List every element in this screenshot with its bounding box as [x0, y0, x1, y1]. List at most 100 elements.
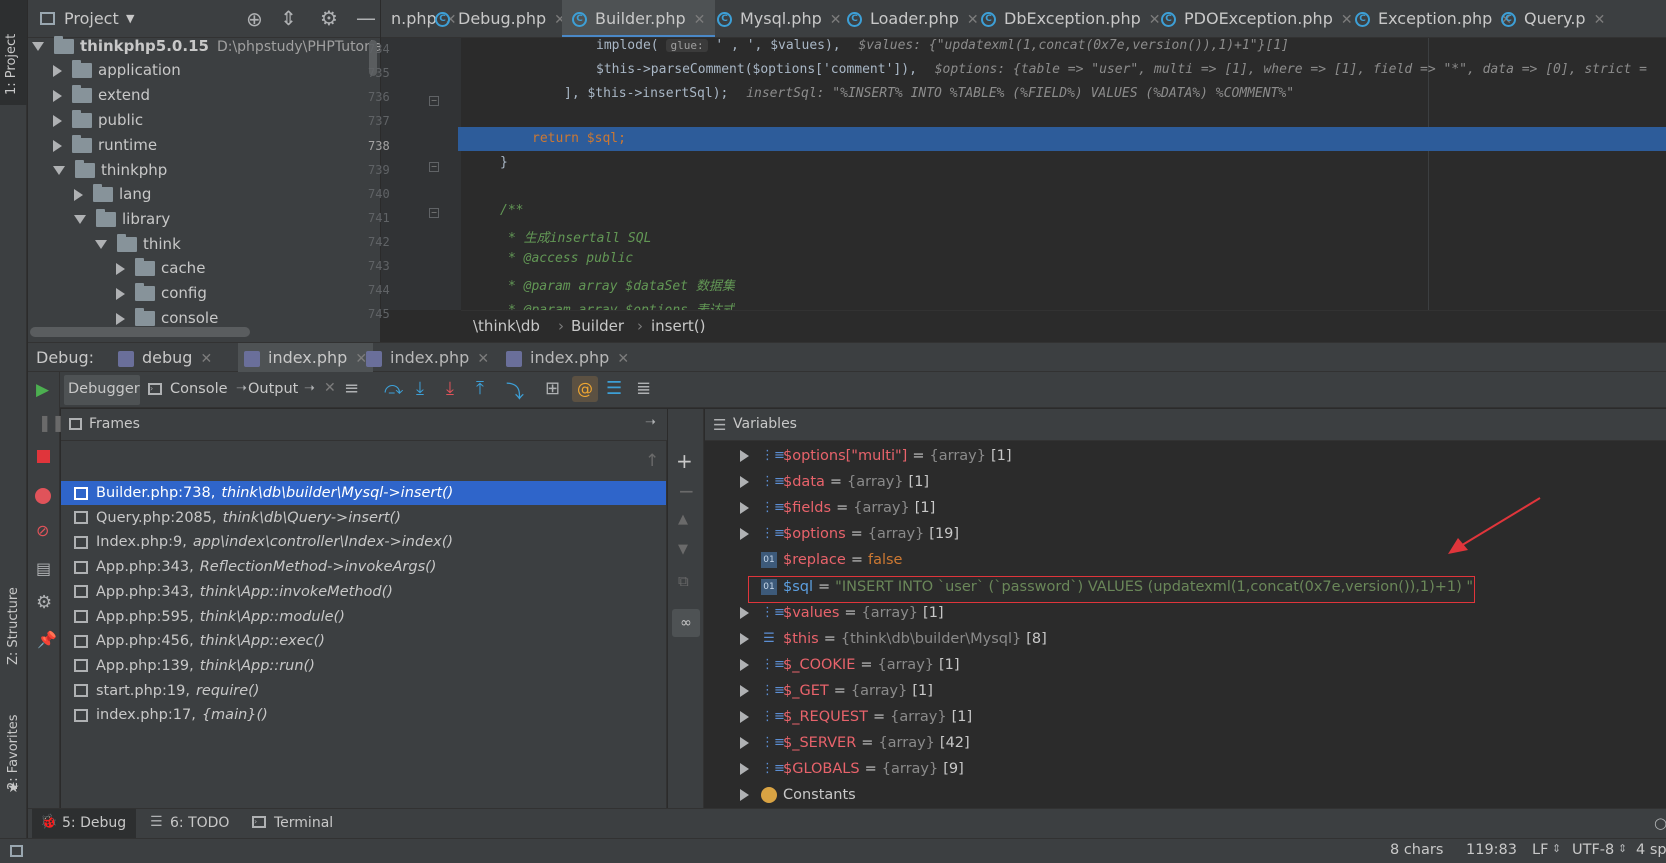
chevron-right-icon[interactable] [740, 684, 749, 697]
status-indent[interactable]: 4 sp [1636, 842, 1666, 858]
frame-row[interactable]: Builder.php:738, think\db\builder\Mysql->… [64, 481, 453, 505]
debug-settings-gear-icon[interactable]: ⚙ [36, 592, 52, 613]
add-to-watches-icon[interactable]: ≣ [636, 378, 651, 399]
frame-row[interactable]: start.php:19, require() [64, 679, 259, 703]
pin-tab-icon[interactable]: ➝ [304, 381, 315, 396]
tool-tab-debug[interactable]: 🐞 5: Debug [32, 809, 136, 839]
variable-row[interactable]: Constants [740, 783, 856, 807]
chevron-right-icon[interactable] [53, 114, 62, 127]
frame-row[interactable]: App.php:343, ReflectionMethod->invokeArgs… [64, 555, 436, 579]
tree-item[interactable]: application [53, 58, 181, 82]
structure-tool-label[interactable]: Z: Structure [6, 545, 21, 665]
favorites-tool-label[interactable]: 2: Favorites [6, 680, 21, 790]
pin-icon[interactable]: 📌 [37, 630, 57, 649]
step-out-icon[interactable]: ⤒ [476, 378, 484, 399]
tree-hscrollbar-thumb[interactable] [30, 327, 250, 337]
variable-row[interactable]: ⋮≡$_GET = {array} [1] [740, 679, 933, 703]
frame-row[interactable]: Query.php:2085, think\db\Query->insert() [64, 506, 401, 530]
debug-session-tab[interactable]: debug ✕ [112, 343, 218, 373]
frames-pin-icon[interactable]: ➝ [645, 415, 656, 430]
close-tab-icon[interactable]: ✕ [694, 12, 706, 28]
stop-icon[interactable] [37, 450, 50, 463]
editor-tab[interactable]: C Query.p ✕ [1491, 0, 1615, 37]
frame-row[interactable]: Index.php:9, app\index\controller\Index->… [64, 530, 453, 554]
variable-row[interactable]: ⋮≡$options["multi"] = {array} [1] [740, 444, 1012, 468]
chevron-right-icon[interactable] [740, 658, 749, 671]
status-encoding[interactable]: UTF-8 [1572, 842, 1614, 858]
debug-session-tab[interactable]: index.php ✕ [238, 343, 374, 373]
project-dropdown-chevron-icon[interactable]: ▼ [126, 12, 134, 25]
variable-row[interactable]: ⋮≡$data = {array} [1] [740, 470, 929, 494]
project-tool-label[interactable]: 1: Project [4, 5, 19, 95]
variable-row[interactable]: ⋮≡$fields = {array} [1] [740, 496, 935, 520]
toggle-tool-windows-icon[interactable] [10, 845, 23, 857]
resume-program-icon[interactable]: ▶ [36, 380, 49, 400]
remove-watch-icon[interactable]: − [678, 479, 695, 503]
chevron-right-icon[interactable] [740, 789, 749, 802]
tree-item[interactable]: cache [116, 256, 205, 280]
fold-marker-icon[interactable]: − [429, 208, 439, 218]
editor-tab[interactable]: C Mysql.php ✕ [707, 0, 851, 37]
variable-row[interactable]: ⋮≡$options = {array} [19] [740, 522, 959, 546]
status-caret-position[interactable]: 119:83 [1466, 842, 1517, 858]
chevron-right-icon[interactable] [740, 502, 749, 515]
tree-item[interactable]: library [74, 207, 170, 231]
tree-item[interactable]: runtime [53, 133, 157, 157]
variable-row[interactable]: ⋮≡$_COOKIE = {array} [1] [740, 653, 960, 677]
close-tab-icon[interactable]: ✕ [477, 351, 489, 367]
chevron-down-icon[interactable] [95, 240, 107, 249]
force-step-into-icon[interactable]: ⤓ [446, 378, 454, 399]
status-line-separator[interactable]: LF [1532, 842, 1548, 858]
layout-icon[interactable]: ▤ [36, 559, 51, 578]
run-to-cursor-icon[interactable]: ⤵ [506, 378, 524, 404]
settings-gear-icon[interactable]: ⚙ [320, 6, 338, 30]
tree-item[interactable]: lang [74, 182, 151, 206]
debug-session-tab[interactable]: index.php ✕ [500, 343, 635, 373]
evaluate-expression-icon[interactable]: ⊞ [545, 378, 560, 399]
collapse-all-icon[interactable]: ⇕ [280, 6, 297, 30]
view-breakpoints-icon[interactable] [35, 488, 51, 504]
close-output-icon[interactable]: ✕ [324, 380, 336, 396]
chevron-right-icon[interactable] [740, 606, 749, 619]
frame-row[interactable]: App.php:456, think\App::exec() [64, 629, 325, 653]
chevron-right-icon[interactable] [116, 287, 125, 300]
chevron-down-icon[interactable] [53, 166, 65, 175]
variable-row[interactable]: ☰ $this = {think\db\builder\Mysql} [8] [740, 627, 1047, 651]
mute-breakpoints-icon[interactable]: ⊘ [36, 521, 49, 540]
editor-tab[interactable]: C PDOException.php ✕ [1151, 0, 1363, 37]
breadcrumb-namespace[interactable]: \think\db [473, 317, 540, 335]
frame-row[interactable]: App.php:139, think\App::run() [64, 654, 315, 678]
hide-panel-icon[interactable]: — [356, 6, 376, 30]
fold-marker-icon[interactable]: − [429, 162, 439, 172]
frame-row[interactable]: App.php:595, think\App::module() [64, 605, 345, 629]
chevron-right-icon[interactable] [740, 632, 749, 645]
variable-row[interactable]: ⋮≡$values = {array} [1] [740, 601, 944, 625]
chevron-down-icon[interactable] [32, 42, 44, 51]
frame-row[interactable]: index.php:17, {main}() [64, 703, 268, 727]
tree-item[interactable]: thinkphp [53, 158, 167, 182]
chevron-down-icon[interactable] [74, 215, 86, 224]
chevron-right-icon[interactable] [53, 64, 62, 77]
project-panel-title[interactable]: Project [64, 9, 119, 28]
tree-item[interactable]: public [53, 108, 143, 132]
pin-tab-icon[interactable]: ➝ [236, 381, 247, 396]
tree-item[interactable]: think [95, 232, 181, 256]
event-log-icon[interactable]: ○ [1654, 814, 1666, 832]
show-values-toggle-icon[interactable]: @ [572, 376, 598, 402]
close-tab-icon[interactable]: ✕ [617, 351, 629, 367]
restore-layout-icon[interactable]: ≡ [344, 378, 359, 399]
debug-session-tab[interactable]: index.php ✕ [360, 343, 495, 373]
chevron-right-icon[interactable] [74, 188, 83, 201]
variable-row[interactable]: ⋮≡$GLOBALS = {array} [9] [740, 757, 964, 781]
close-tab-icon[interactable]: ✕ [1594, 12, 1606, 28]
tree-item[interactable]: thinkphp5.0.15 D:\phpstudy\PHPTutorial\ [32, 34, 380, 58]
chevron-right-icon[interactable] [740, 476, 749, 489]
tree-item[interactable]: extend [53, 83, 150, 107]
editor-tab[interactable]: C Builder.php ✕ [562, 0, 716, 37]
frame-row[interactable]: App.php:343, think\App::invokeMethod() [64, 580, 393, 604]
chevron-right-icon[interactable] [740, 450, 749, 462]
move-up-icon[interactable]: ▲ [678, 512, 688, 527]
tree-item[interactable]: config [116, 281, 207, 305]
show-watches-icon[interactable]: ∞ [672, 609, 700, 637]
variable-row[interactable]: ⋮≡$_SERVER = {array} [42] [740, 731, 970, 755]
